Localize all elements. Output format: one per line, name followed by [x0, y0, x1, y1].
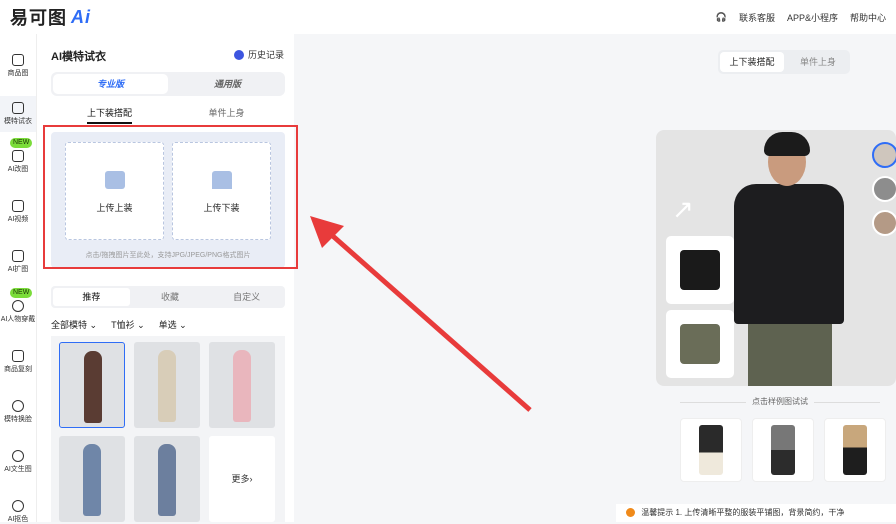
model-figure — [233, 350, 251, 422]
chevron-down-icon: ⌄ — [137, 320, 145, 330]
expand-icon — [12, 250, 24, 262]
video-icon — [12, 200, 24, 212]
logo-ai: Ai — [71, 6, 91, 27]
chevron-down-icon: ⌄ — [89, 320, 98, 330]
panel-title: AI模特试衣 — [51, 51, 106, 63]
tab-outfit[interactable]: 上下装搭配 — [51, 106, 168, 124]
model-filters: 全部模特 ⌄ T恤衫 ⌄ 单选 ⌄ — [51, 318, 187, 331]
headset-icon: 🎧 — [715, 11, 727, 22]
customer-service-link[interactable]: 联系客服 — [739, 11, 775, 24]
model-figure — [83, 444, 101, 516]
sidebar-item-ai-expand[interactable]: AI扩图 — [0, 250, 36, 274]
model-tabs: 推荐 收藏 自定义 — [51, 286, 285, 308]
history-label: 历史记录 — [247, 50, 284, 60]
sample-outfit[interactable] — [680, 418, 742, 482]
model-thumb[interactable] — [59, 342, 125, 428]
garment-top-thumb — [666, 236, 734, 304]
sidebar-item-text-to-image[interactable]: AI文生图 — [0, 450, 36, 474]
preview-photo: ↗ — [656, 130, 896, 386]
tip-bar: 温馨提示 1. 上传清晰平整的服装平铺图，背景简约，干净 — [616, 504, 896, 522]
face-icon — [12, 400, 24, 412]
history-button[interactable]: 历史记录 — [233, 48, 284, 61]
model-figure — [158, 444, 176, 516]
sample-image — [699, 425, 723, 475]
sidebar-item-product-image[interactable]: 商品图 — [0, 54, 36, 78]
sample-outfit[interactable] — [824, 418, 886, 482]
version-switch: 专业版 通用版 — [51, 72, 285, 96]
shirt-icon — [12, 102, 24, 114]
model-thumb[interactable] — [59, 436, 125, 522]
mode-tabs: 上下装搭配 单件上身 — [51, 106, 285, 124]
sidebar-item-product-copy[interactable]: 商品复刻 — [0, 350, 36, 374]
new-badge: NEW — [10, 138, 33, 148]
logo-text: 易可图 — [10, 8, 67, 28]
sample-image — [843, 425, 867, 475]
tab-custom[interactable]: 自定义 — [208, 286, 285, 308]
app-link[interactable]: APP&小程序 — [787, 11, 838, 24]
color-drop-icon — [12, 500, 24, 512]
tab-recommend[interactable]: 推荐 — [53, 288, 130, 306]
tab-single[interactable]: 单件上身 — [168, 106, 285, 123]
sidebar-item-color[interactable]: AI抠色 — [0, 500, 36, 524]
model-hair — [764, 132, 810, 156]
sample-outfit[interactable] — [752, 418, 814, 482]
edit-image-icon — [12, 150, 24, 162]
garment-bottom-thumb — [666, 310, 734, 378]
preview-area: 上下装搭配 单件上身 ↗ 点击样例图试试 温馨提示 1. 上传清晰平整的服装平铺… — [294, 34, 896, 522]
clock-icon — [233, 49, 244, 60]
necklace-icon — [12, 300, 24, 312]
chevron-down-icon: ⌄ — [179, 320, 187, 330]
model-pants — [748, 324, 832, 386]
help-link[interactable]: 帮助中心 — [850, 11, 886, 24]
preview-model-avatar[interactable] — [872, 142, 896, 168]
text-image-icon — [12, 450, 24, 462]
preview-model-avatar[interactable] — [872, 210, 896, 236]
annotation-highlight-box — [43, 125, 298, 269]
sidebar-item-ai-wear[interactable]: AI人物穿戴 — [0, 300, 36, 324]
sidebar-item-ai-video[interactable]: AI视频 — [0, 200, 36, 224]
filter-tshirt[interactable]: T恤衫 ⌄ — [111, 318, 145, 331]
warning-icon — [626, 508, 635, 518]
image-icon — [12, 54, 24, 66]
model-thumb[interactable] — [134, 342, 200, 428]
top-bar: 易可图 Ai 🎧 联系客服 APP&小程序 帮助中心 — [0, 0, 896, 34]
model-figure — [158, 350, 176, 422]
tryon-panel: AI模特试衣 历史记录 专业版 通用版 上下装搭配 单件上身 上传上装 上传下装… — [36, 34, 294, 522]
preview-mode-single[interactable]: 单件上身 — [786, 50, 850, 74]
tab-outfit-label: 上下装搭配 — [86, 108, 132, 124]
tip-text: 1. 上传清晰平整的服装平铺图，背景简约，干净 — [675, 508, 845, 517]
sample-image — [771, 425, 795, 475]
curved-arrow-icon: ↗ — [672, 194, 694, 224]
tab-favorites[interactable]: 收藏 — [132, 286, 209, 308]
sidebar: 商品图 模特试衣 NEW AI改图 AI视频 AI扩图 NEW AI人物穿戴 商… — [0, 34, 36, 524]
logo[interactable]: 易可图 Ai — [10, 4, 91, 30]
preview-model-avatar[interactable] — [872, 176, 896, 202]
divider — [814, 402, 880, 403]
model-grid: 更多› — [51, 336, 285, 522]
new-badge: NEW — [10, 288, 33, 298]
model-figure — [84, 351, 102, 423]
more-models-button[interactable]: 更多› — [209, 436, 275, 522]
filter-all-models[interactable]: 全部模特 ⌄ — [51, 318, 97, 331]
copy-icon — [12, 350, 24, 362]
version-general[interactable]: 通用版 — [170, 72, 285, 96]
shirt-image — [680, 250, 720, 290]
preview-mode-outfit[interactable]: 上下装搭配 — [720, 52, 784, 72]
model-shirt — [734, 184, 844, 324]
model-thumb[interactable] — [209, 342, 275, 428]
sidebar-item-ai-edit[interactable]: AI改图 — [0, 150, 36, 174]
preview-mode-switch: 上下装搭配 单件上身 — [718, 50, 850, 74]
sidebar-item-model-tryon[interactable]: 模特试衣 — [0, 96, 36, 132]
filter-single[interactable]: 单选 ⌄ — [159, 318, 187, 331]
version-pro[interactable]: 专业版 — [53, 74, 168, 94]
header-links: 🎧 联系客服 APP&小程序 帮助中心 — [716, 11, 886, 24]
sidebar-item-face-swap[interactable]: 模特换脸 — [0, 400, 36, 424]
shorts-image — [680, 324, 720, 364]
model-thumb[interactable] — [134, 436, 200, 522]
tip-title: 温馨提示 — [641, 508, 674, 517]
